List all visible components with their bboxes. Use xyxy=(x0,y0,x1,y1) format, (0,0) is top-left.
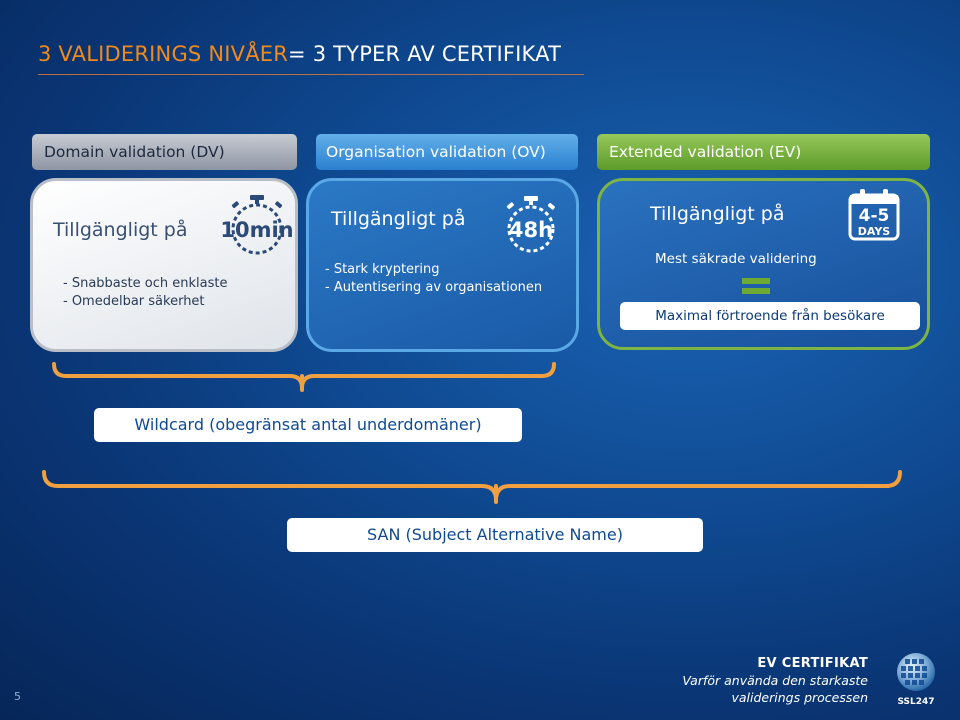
equals-icon xyxy=(742,278,770,294)
ev-badge-bottom: DAYS xyxy=(858,225,891,238)
header-ev: Extended validation (EV) xyxy=(597,134,930,170)
footer-line-1: EV CERTIFIKAT xyxy=(757,656,868,671)
san-brace xyxy=(42,470,902,504)
stopwatch-icon: 10min xyxy=(220,195,294,255)
footer-line-3: validerings processen xyxy=(731,690,868,705)
title-underline xyxy=(38,74,584,75)
slide-title-accent: 3 VALIDERINGS NIVÅER xyxy=(38,42,289,66)
svg-text:10min: 10min xyxy=(220,218,293,242)
ev-secure-text: Mest säkrade validering xyxy=(655,251,817,267)
calendar-icon: 4-5 DAYS xyxy=(848,189,900,241)
dv-bullet-list: - Snabbaste och enklaste - Omedelbar säk… xyxy=(63,275,227,311)
dv-available-label: Tillgängligt på xyxy=(53,219,188,241)
wildcard-pill: Wildcard (obegränsat antal underdomäner) xyxy=(94,408,522,442)
ov-available-label: Tillgängligt på xyxy=(331,208,466,230)
dv-bullet-2: - Omedelbar säkerhet xyxy=(63,294,205,309)
san-pill: SAN (Subject Alternative Name) xyxy=(287,518,703,552)
wildcard-brace xyxy=(52,362,556,392)
ov-badge-text: 48h xyxy=(509,218,553,242)
header-dv: Domain validation (DV) xyxy=(32,134,297,170)
ov-bullet-2: - Autentisering av organisationen xyxy=(325,280,543,295)
dv-badge-text: 10min xyxy=(220,218,293,242)
stopwatch-icon: 48h xyxy=(506,196,555,253)
slide-title-rest: = 3 TYPER AV CERTIFIKAT xyxy=(288,42,562,66)
page-number: 5 xyxy=(14,690,21,703)
dv-bullet-1: - Snabbaste och enklaste xyxy=(63,276,228,291)
header-ov: Organisation validation (OV) xyxy=(316,134,578,170)
ssl247-globe-icon: SSL247 xyxy=(897,653,935,707)
dv-card: Tillgängligt på 10min - Snabbaste och en… xyxy=(30,178,298,352)
logo-text: SSL247 xyxy=(897,697,934,707)
footer-line-2: Varför använda den starkaste xyxy=(682,673,868,688)
footer-caption: EV CERTIFIKAT Varför använda den starkas… xyxy=(682,655,868,706)
ov-bullet-1: - Stark kryptering xyxy=(325,262,440,277)
ev-trust-bar: Maximal förtroende från besökare xyxy=(620,302,920,330)
ev-available-label: Tillgängligt på xyxy=(650,203,785,225)
slide-title: 3 VALIDERINGS NIVÅER= 3 TYPER AV CERTIFI… xyxy=(38,42,561,66)
ov-card: Tillgängligt på 48h - Stark kryptering -… xyxy=(306,178,579,352)
ev-badge-top: 4-5 xyxy=(859,206,890,226)
ev-card: Tillgängligt på 4-5 DAYS Mest säkrade va… xyxy=(597,178,930,350)
ov-bullet-list: - Stark kryptering - Autentisering av or… xyxy=(325,261,542,297)
